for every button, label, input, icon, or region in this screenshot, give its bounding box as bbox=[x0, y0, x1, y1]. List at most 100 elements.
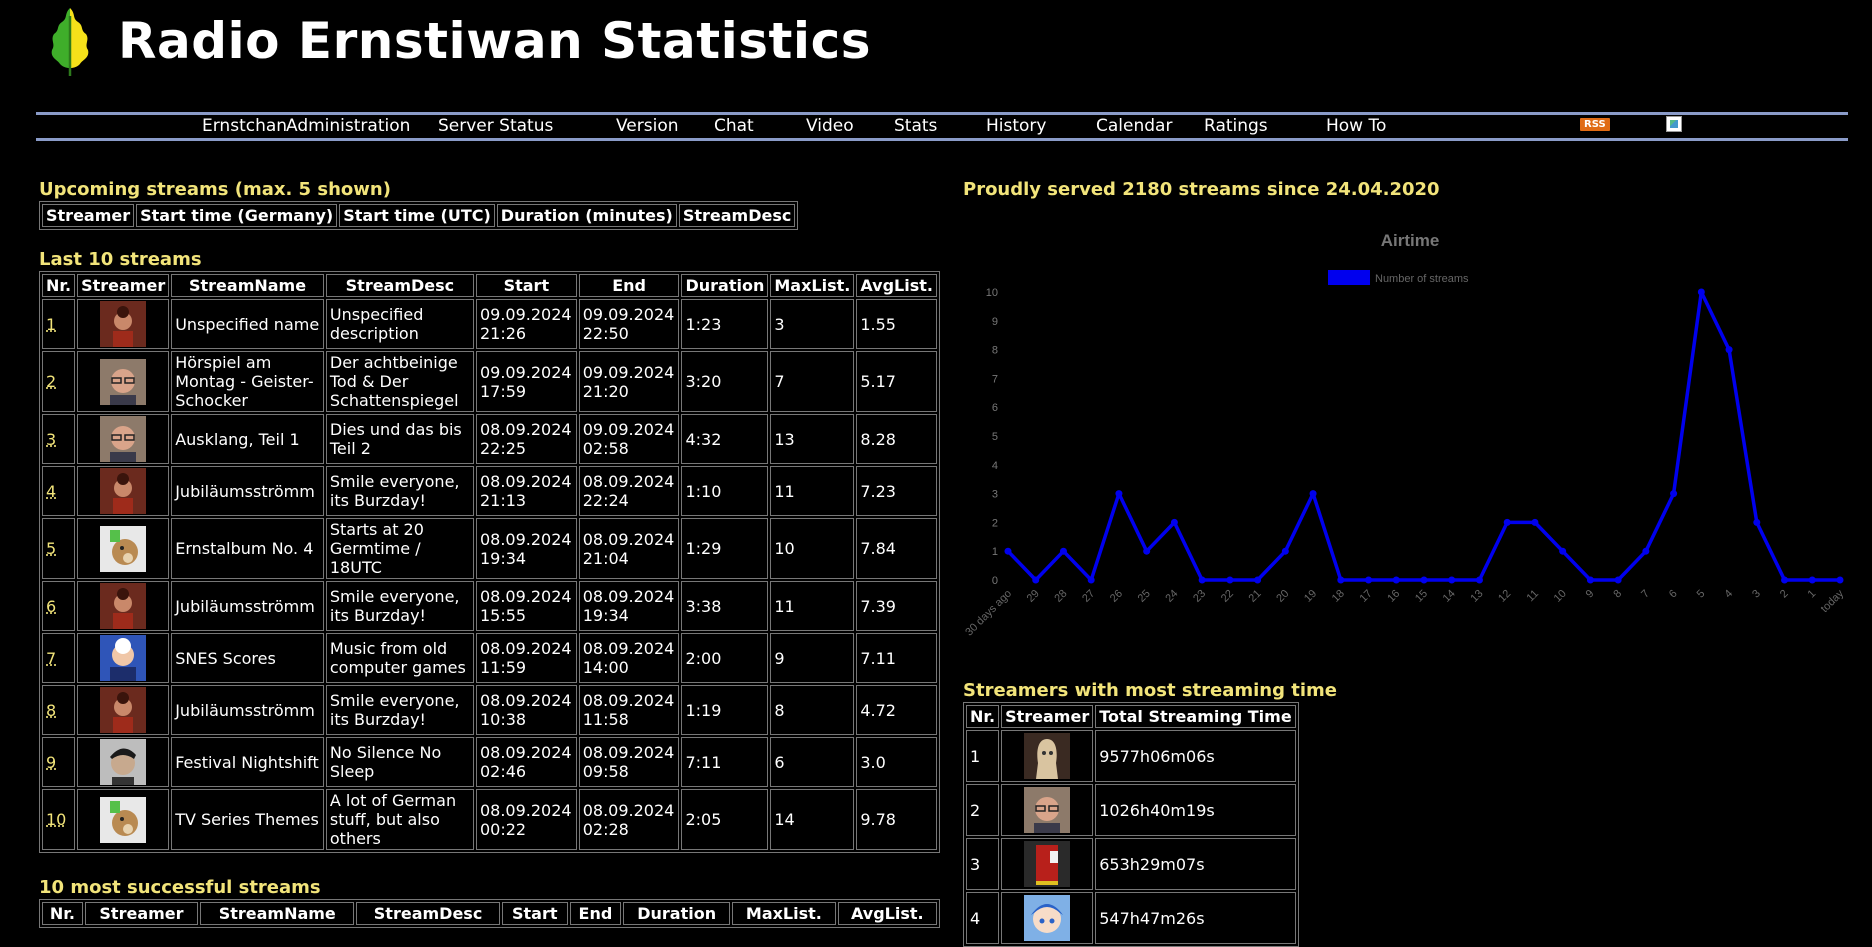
stream-number-link[interactable]: 3 bbox=[42, 414, 76, 464]
streamer-avatar[interactable] bbox=[100, 739, 147, 785]
column-header: Start time (Germany) bbox=[136, 204, 338, 227]
oak-leaf-logo-icon bbox=[51, 8, 89, 76]
streamer-avatar[interactable] bbox=[1024, 733, 1071, 779]
column-header: Nr. bbox=[42, 902, 83, 925]
data-point bbox=[1725, 346, 1733, 354]
nav-stats[interactable]: Stats bbox=[894, 115, 937, 138]
stream-number-link[interactable]: 2 bbox=[42, 351, 76, 412]
stream-duration: 4:32 bbox=[681, 414, 769, 464]
data-point bbox=[1781, 576, 1789, 584]
nav-video[interactable]: Video bbox=[806, 115, 854, 138]
stream-start: 08.09.2024 00:22 bbox=[475, 789, 577, 850]
column-header: StreamDesc bbox=[678, 204, 796, 227]
data-point bbox=[1420, 576, 1428, 584]
x-tick-label: today bbox=[1819, 587, 1847, 615]
stream-number-link[interactable]: 7 bbox=[42, 633, 76, 683]
streamer-cell bbox=[77, 737, 170, 787]
nav-version[interactable]: Version bbox=[616, 115, 679, 138]
stream-start: 08.09.2024 10:38 bbox=[475, 685, 577, 735]
column-header: Nr. bbox=[966, 705, 1000, 728]
stream-duration: 3:20 bbox=[681, 351, 769, 412]
nav-server-status[interactable]: Server Status bbox=[438, 115, 553, 138]
stream-end: 09.09.2024 02:58 bbox=[578, 414, 680, 464]
data-point bbox=[1808, 576, 1816, 584]
streamer-cell bbox=[1001, 730, 1094, 782]
streamer-avatar[interactable] bbox=[100, 635, 147, 681]
x-tick-label: 29 bbox=[1025, 588, 1042, 605]
rank: 4 bbox=[966, 892, 1000, 944]
stream-name: TV Series Themes bbox=[171, 789, 324, 850]
data-point bbox=[1753, 518, 1761, 526]
max-listeners: 3 bbox=[770, 299, 855, 349]
x-tick-label: 1 bbox=[1806, 588, 1819, 601]
stream-description: Dies und das bis Teil 2 bbox=[325, 414, 474, 464]
avg-listeners: 4.72 bbox=[856, 685, 937, 735]
x-tick-label: 16 bbox=[1385, 588, 1402, 605]
data-point bbox=[1115, 490, 1123, 498]
upcoming-streams-heading: Upcoming streams (max. 5 shown) bbox=[39, 179, 391, 200]
x-tick-label: 5 bbox=[1695, 588, 1708, 601]
column-header: Duration bbox=[623, 902, 731, 925]
max-listeners: 6 bbox=[770, 737, 855, 787]
streamer-avatar[interactable] bbox=[100, 358, 147, 405]
column-header: Start bbox=[475, 274, 577, 297]
broken-image-icon[interactable] bbox=[1666, 116, 1682, 132]
streamer-avatar[interactable] bbox=[100, 468, 147, 514]
streamer-avatar[interactable] bbox=[1024, 787, 1071, 833]
stream-name: Jubiläumsströmm bbox=[171, 581, 324, 631]
avg-listeners: 7.39 bbox=[856, 581, 937, 631]
stream-number-link[interactable]: 6 bbox=[42, 581, 76, 631]
avg-listeners: 8.28 bbox=[856, 414, 937, 464]
data-point bbox=[1559, 547, 1567, 555]
stream-description: A lot of German stuff, but also others bbox=[325, 789, 474, 850]
stream-duration: 2:00 bbox=[681, 633, 769, 683]
streamer-avatar[interactable] bbox=[100, 301, 147, 347]
stream-description: Music from old computer games bbox=[325, 633, 474, 683]
rss-feed-icon[interactable]: RSS bbox=[1580, 118, 1610, 131]
stream-duration: 1:29 bbox=[681, 518, 769, 579]
nav-how-to[interactable]: How To bbox=[1326, 115, 1386, 138]
max-listeners: 11 bbox=[770, 581, 855, 631]
nav-ernstchan[interactable]: Ernstchan bbox=[202, 115, 287, 138]
stream-name: SNES Scores bbox=[171, 633, 324, 683]
stream-number-link[interactable]: 9 bbox=[42, 737, 76, 787]
stream-end: 08.09.2024 14:00 bbox=[578, 633, 680, 683]
avg-listeners: 7.11 bbox=[856, 633, 937, 683]
stream-number-link[interactable]: 1 bbox=[42, 299, 76, 349]
nav-administration[interactable]: Administration bbox=[286, 115, 410, 138]
stream-description: Unspecified description bbox=[325, 299, 474, 349]
nav-history[interactable]: History bbox=[986, 115, 1046, 138]
nav-calendar[interactable]: Calendar bbox=[1096, 115, 1172, 138]
stream-name: Unspecified name bbox=[171, 299, 324, 349]
stream-number-link[interactable]: 10 bbox=[42, 789, 76, 850]
streamer-avatar[interactable] bbox=[1024, 895, 1071, 941]
x-tick-label: 13 bbox=[1468, 588, 1485, 605]
stream-end: 08.09.2024 22:24 bbox=[578, 466, 680, 516]
x-tick-label: 27 bbox=[1080, 588, 1097, 605]
series-line bbox=[1006, 290, 1840, 582]
nav-ratings[interactable]: Ratings bbox=[1204, 115, 1268, 138]
stream-number-link[interactable]: 8 bbox=[42, 685, 76, 735]
streamer-avatar[interactable] bbox=[100, 525, 147, 572]
data-point bbox=[1281, 547, 1289, 555]
column-header: Streamer bbox=[84, 902, 199, 925]
streamer-avatar[interactable] bbox=[100, 687, 147, 733]
stream-description: Smile everyone, its Burzday! bbox=[325, 466, 474, 516]
total-streaming-time: 1026h40m19s bbox=[1095, 784, 1296, 836]
streamer-avatar[interactable] bbox=[1024, 841, 1071, 887]
max-listeners: 11 bbox=[770, 466, 855, 516]
total-streaming-time: 653h29m07s bbox=[1095, 838, 1296, 890]
streamer-cell bbox=[1001, 784, 1094, 836]
streamer-cell bbox=[77, 351, 170, 412]
streamer-avatar[interactable] bbox=[100, 416, 147, 462]
nav-chat[interactable]: Chat bbox=[714, 115, 754, 138]
stream-description: Smile everyone, its Burzday! bbox=[325, 581, 474, 631]
y-tick-label: 5 bbox=[992, 431, 998, 443]
x-tick-label: 11 bbox=[1524, 588, 1541, 605]
streamer-avatar[interactable] bbox=[100, 796, 147, 843]
stream-number-link[interactable]: 4 bbox=[42, 466, 76, 516]
x-tick-label: 26 bbox=[1108, 588, 1125, 605]
stream-number-link[interactable]: 5 bbox=[42, 518, 76, 579]
data-point bbox=[1670, 490, 1678, 498]
streamer-avatar[interactable] bbox=[100, 583, 147, 629]
